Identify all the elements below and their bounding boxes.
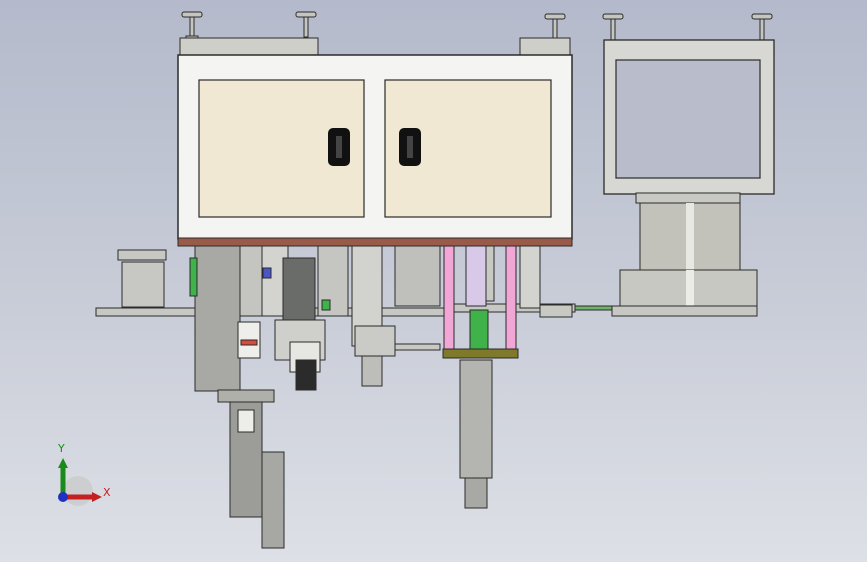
cad-viewport[interactable] — [0, 0, 867, 562]
triad-x-label: X — [103, 486, 111, 499]
top-brackets — [179, 37, 571, 57]
right-frame-assembly[interactable] — [603, 39, 775, 317]
triad-y-label: Y — [58, 442, 65, 455]
cabinet-base-plate — [177, 237, 573, 247]
electrical-cabinet[interactable] — [177, 54, 573, 247]
coordinate-triad-icon — [58, 458, 102, 506]
left-mechanism — [189, 245, 441, 549]
lifting-unit[interactable] — [442, 245, 573, 509]
